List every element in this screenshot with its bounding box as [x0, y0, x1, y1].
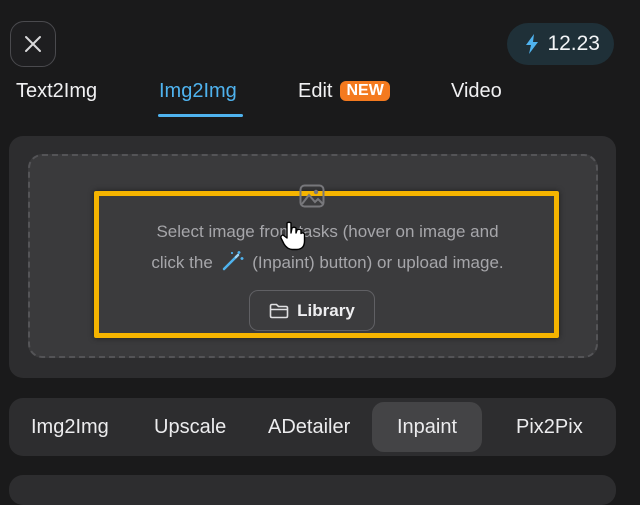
lightning-bolt-icon [526, 34, 539, 54]
hint-text-after: (Inpaint) button) or upload image. [252, 253, 504, 272]
mode-img2img[interactable]: Img2Img [31, 398, 109, 456]
mode-upscale[interactable]: Upscale [154, 398, 226, 456]
image-icon [299, 184, 325, 208]
active-tab-indicator [158, 114, 243, 117]
upload-hint-line1: Select image from tasks (hover on image … [156, 222, 499, 241]
tab-text2img[interactable]: Text2Img [16, 80, 97, 103]
hand-cursor-icon [280, 221, 306, 251]
upload-hint-line2: click the (Inpaint) button) or upload im… [100, 251, 555, 273]
mode-pix2pix[interactable]: Pix2Pix [516, 398, 583, 456]
close-icon [25, 36, 41, 52]
options-panel [9, 475, 616, 505]
tab-edit-label: Edit [298, 80, 333, 102]
mode-adetailer[interactable]: ADetailer [268, 398, 350, 456]
magic-wand-icon [222, 251, 244, 271]
main-tabs: Text2Img Img2Img Edit NEW Video [0, 80, 640, 120]
credits-value: 12.23 [547, 32, 600, 55]
new-badge: NEW [340, 81, 390, 101]
folder-icon [269, 303, 289, 318]
library-label: Library [297, 300, 355, 320]
library-button[interactable]: Library [249, 290, 375, 331]
tab-video[interactable]: Video [451, 80, 502, 103]
tab-edit[interactable]: Edit NEW [298, 80, 390, 103]
mode-selector: Img2Img Upscale ADetailer Inpaint Pix2Pi… [9, 398, 616, 456]
mode-inpaint[interactable]: Inpaint [372, 402, 483, 452]
tab-img2img[interactable]: Img2Img [159, 80, 237, 103]
close-button[interactable] [10, 21, 56, 67]
hint-text-before: click the [151, 253, 213, 272]
credits-badge[interactable]: 12.23 [507, 23, 614, 65]
